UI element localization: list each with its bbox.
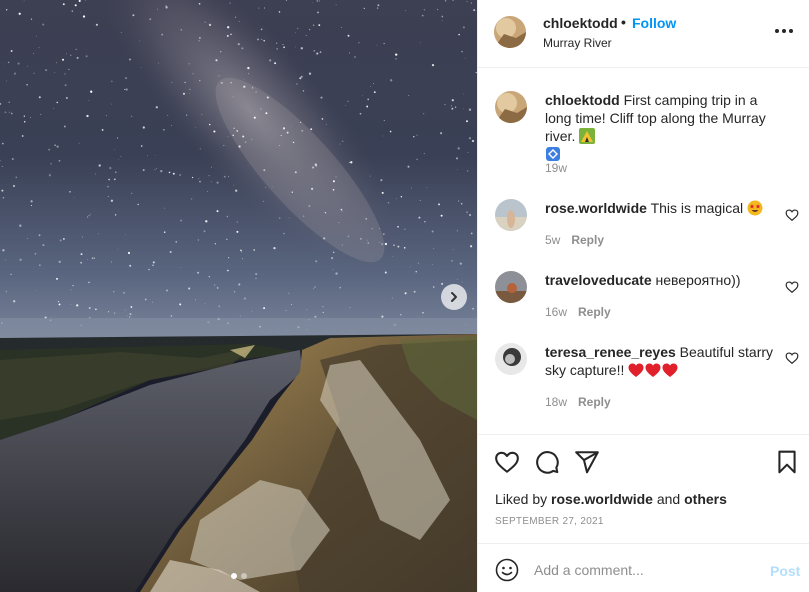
blue-diamond-emoji xyxy=(546,147,560,161)
comment-username[interactable]: rose.worldwide xyxy=(545,200,647,216)
comment-text-block: traveloveducate невероятно)) xyxy=(545,271,785,289)
avatar-image xyxy=(495,199,527,231)
caption-text-block: chloektodd First camping trip in a long … xyxy=(545,91,785,163)
reply-button[interactable]: Reply xyxy=(578,395,611,409)
comment-username[interactable]: teresa_renee_reyes xyxy=(545,344,676,360)
likes-and: and xyxy=(656,491,681,507)
comment-text-block: rose.worldwide This is magical xyxy=(545,199,785,217)
follow-button[interactable]: Follow xyxy=(632,15,676,31)
commenter-avatar[interactable] xyxy=(495,271,527,303)
likes-prefix: Liked by xyxy=(495,491,548,507)
share-paper-plane-icon[interactable] xyxy=(574,449,600,475)
post-photo[interactable] xyxy=(0,0,477,592)
post-dialog: chloektodd • Follow Murray River chloekt… xyxy=(0,0,809,592)
camping-emoji xyxy=(579,128,596,144)
comment-text: This is magical xyxy=(650,200,744,216)
add-comment-bar: Post xyxy=(478,543,809,592)
carousel-dot xyxy=(240,573,247,579)
comment-time[interactable]: 16w xyxy=(545,305,567,319)
header-separator: • xyxy=(621,14,626,30)
author-username[interactable]: chloektodd xyxy=(543,15,618,31)
comment-text-block: teresa_renee_reyes Beautiful starry sky … xyxy=(545,343,785,379)
commenter-avatar[interactable] xyxy=(495,199,527,231)
reply-button[interactable]: Reply xyxy=(578,305,611,319)
avatar-image xyxy=(495,91,527,123)
comment-meta: 18w Reply xyxy=(545,395,611,409)
like-comment-heart-icon[interactable] xyxy=(785,208,799,222)
red-hearts-emoji xyxy=(628,363,678,377)
like-comment-heart-icon[interactable] xyxy=(785,280,799,294)
commenter-avatar[interactable] xyxy=(495,343,527,375)
post-date[interactable]: SEPTEMBER 27, 2021 xyxy=(495,516,604,527)
likes-summary: Liked by rose.worldwide and others xyxy=(495,491,727,507)
like-heart-icon[interactable] xyxy=(494,449,520,475)
like-comment-heart-icon[interactable] xyxy=(785,351,799,365)
comment-text: невероятно)) xyxy=(655,272,741,288)
chevron-right-icon xyxy=(451,292,457,302)
comment-username[interactable]: traveloveducate xyxy=(545,272,652,288)
caption-avatar[interactable] xyxy=(495,91,527,123)
post-sidebar: chloektodd • Follow Murray River chloekt… xyxy=(477,0,809,592)
post-actions: Liked by rose.worldwide and others SEPTE… xyxy=(478,434,809,592)
comment-input[interactable] xyxy=(534,558,754,582)
save-bookmark-icon[interactable] xyxy=(774,449,800,475)
avatar-image xyxy=(495,343,527,375)
carousel-indicator xyxy=(0,573,477,579)
emoji-picker-icon[interactable] xyxy=(495,558,519,582)
liked-by-user-link[interactable]: rose.worldwide xyxy=(551,491,653,507)
comment-time[interactable]: 5w xyxy=(545,233,560,247)
caption-time[interactable]: 19w xyxy=(545,161,567,175)
post-location[interactable]: Murray River xyxy=(543,36,612,50)
comment-time[interactable]: 18w xyxy=(545,395,567,409)
caption-username[interactable]: chloektodd xyxy=(545,92,620,108)
avatar-image xyxy=(494,16,526,48)
avatar-image xyxy=(495,271,527,303)
author-avatar[interactable] xyxy=(494,16,526,48)
post-header: chloektodd • Follow Murray River xyxy=(478,0,809,68)
comment-meta: 16w Reply xyxy=(545,305,611,319)
carousel-dot-active xyxy=(230,573,237,579)
reply-button[interactable]: Reply xyxy=(571,233,604,247)
post-comment-button[interactable]: Post xyxy=(770,563,800,579)
comment-bubble-icon[interactable] xyxy=(534,449,560,475)
star-struck-emoji xyxy=(747,200,763,216)
more-options-icon[interactable] xyxy=(775,29,795,35)
next-slide-button[interactable] xyxy=(441,284,467,310)
comment-meta: 5w Reply xyxy=(545,233,604,247)
liked-by-others-link[interactable]: others xyxy=(684,491,727,507)
night-river-photo xyxy=(0,0,477,592)
